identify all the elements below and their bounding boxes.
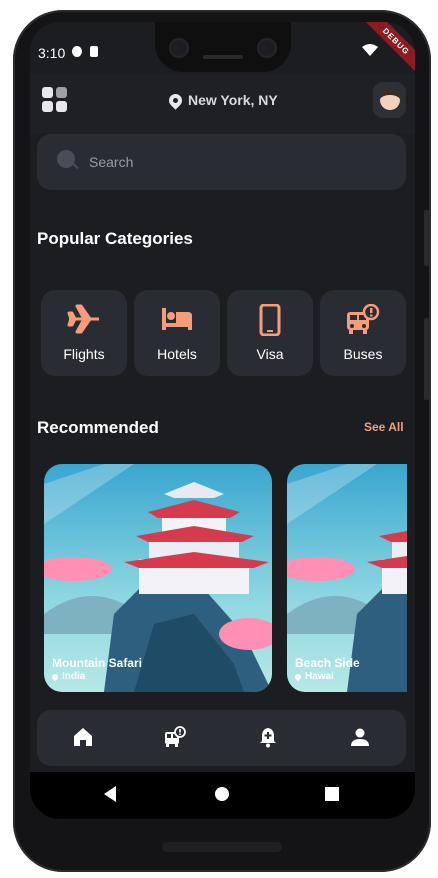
card-title: Mountain Safari (52, 656, 143, 670)
location-pin-icon (166, 90, 185, 110)
back-icon[interactable] (102, 785, 118, 803)
bottom-navigation (37, 710, 406, 766)
front-camera-icon (169, 38, 189, 58)
card-location: India (50, 671, 86, 682)
location-selector[interactable]: New York, NY (166, 90, 278, 110)
location-pin-icon (50, 672, 60, 681)
category-visa[interactable]: Visa (227, 290, 313, 376)
recents-icon[interactable] (324, 785, 340, 803)
status-app-icon (72, 46, 82, 57)
category-flights[interactable]: Flights (41, 290, 127, 376)
search-bar[interactable] (37, 134, 406, 190)
app-screen: 3:10 DEBUG New York, NY Popular Cat (30, 22, 415, 819)
search-icon (57, 150, 75, 168)
category-label: Flights (63, 346, 105, 362)
camera-notch (155, 22, 291, 72)
category-hotels[interactable]: Hotels (134, 290, 220, 376)
menu-grid-icon[interactable] (42, 87, 68, 113)
airplane-icon (67, 304, 99, 334)
sd-card-icon (90, 46, 98, 57)
location-label: New York, NY (188, 92, 278, 108)
power-button (424, 318, 429, 400)
bus-alert-icon (347, 304, 380, 334)
card-location: Hawai (293, 671, 334, 682)
profile-avatar[interactable] (373, 82, 406, 118)
card-location-label: India (62, 671, 86, 682)
system-navigation-bar (30, 772, 415, 819)
see-all-link[interactable]: See All (364, 420, 404, 434)
bottom-speaker (162, 842, 282, 852)
category-label: Hotels (157, 346, 197, 362)
search-input[interactable] (87, 148, 391, 176)
wifi-icon (362, 44, 378, 56)
status-time: 3:10 (38, 45, 66, 61)
category-label: Visa (256, 346, 284, 362)
front-camera-icon (257, 38, 277, 58)
recommended-card[interactable]: Mountain Safari India (44, 464, 272, 692)
home-circle-icon[interactable] (214, 785, 230, 803)
category-label: Buses (343, 346, 383, 362)
person-icon[interactable] (349, 726, 371, 748)
popular-categories-heading: Popular Categories (37, 229, 193, 248)
bus-alert-icon[interactable] (164, 726, 186, 748)
bed-icon (162, 308, 192, 330)
card-title: Beach Side (295, 656, 360, 670)
home-icon[interactable] (72, 726, 94, 748)
phone-icon (259, 304, 281, 336)
status-bar: 3:10 DEBUG (30, 22, 415, 79)
card-location-label: Hawai (305, 671, 334, 682)
bell-plus-icon[interactable] (257, 726, 279, 748)
recommended-card[interactable]: Beach Side Hawai (287, 464, 407, 692)
location-pin-icon (293, 672, 303, 681)
avatar-face-icon (379, 90, 400, 110)
top-app-bar: New York, NY (30, 74, 415, 134)
volume-button (424, 210, 429, 266)
earpiece (203, 55, 243, 59)
category-buses[interactable]: Buses (320, 290, 406, 376)
recommended-heading: Recommended (37, 418, 159, 437)
